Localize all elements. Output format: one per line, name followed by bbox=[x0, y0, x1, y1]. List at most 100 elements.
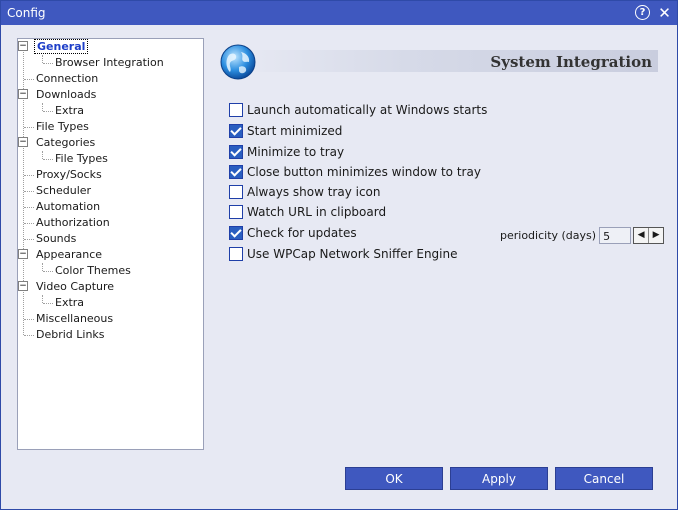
tree-item-browser-integration[interactable]: Browser Integration bbox=[53, 55, 166, 71]
option-watch-clipboard[interactable]: Watch URL in clipboard bbox=[229, 203, 386, 221]
option-label: Minimize to tray bbox=[247, 145, 345, 159]
tree-item-label: Scheduler bbox=[36, 184, 92, 197]
tree-item-label: Extra bbox=[55, 104, 85, 117]
tree-item-scheduler[interactable]: Scheduler bbox=[34, 183, 93, 199]
option-label: Start minimized bbox=[247, 124, 343, 138]
periodicity-input[interactable]: 5 bbox=[599, 226, 632, 244]
section-header: System Integration bbox=[219, 44, 659, 80]
tree-connector bbox=[42, 103, 43, 111]
tree-connector bbox=[43, 271, 53, 272]
cancel-button[interactable]: Cancel bbox=[555, 467, 653, 490]
checkbox[interactable] bbox=[229, 145, 243, 159]
settings-tree[interactable]: − − − − − General Browser Integration Co… bbox=[17, 38, 204, 450]
tree-connector bbox=[43, 303, 53, 304]
tree-item-label: Browser Integration bbox=[55, 56, 164, 69]
option-check-updates[interactable]: Check for updates bbox=[229, 224, 357, 242]
option-label: Watch URL in clipboard bbox=[247, 205, 387, 219]
tree-item-label: File Types bbox=[55, 152, 108, 165]
window-title: Config bbox=[7, 6, 46, 20]
tree-item-video-capture[interactable]: Video Capture bbox=[34, 279, 116, 295]
help-icon: ? bbox=[635, 5, 650, 20]
tree-item-sounds[interactable]: Sounds bbox=[34, 231, 78, 247]
tree-item-label: Extra bbox=[55, 296, 85, 309]
collapse-icon[interactable]: − bbox=[18, 89, 28, 99]
tree-connector bbox=[24, 319, 34, 320]
tree-item-label: Color Themes bbox=[55, 264, 131, 277]
tree-item-categories-file-types[interactable]: File Types bbox=[53, 151, 110, 167]
tree-connector bbox=[24, 191, 34, 192]
close-button[interactable]: ✕ bbox=[656, 3, 673, 22]
checkbox[interactable] bbox=[229, 165, 243, 179]
tree-item-label: Debrid Links bbox=[36, 328, 105, 341]
collapse-icon[interactable]: − bbox=[18, 41, 28, 51]
tree-item-label: Connection bbox=[36, 72, 99, 85]
tree-connector bbox=[42, 263, 43, 271]
option-minimize-to-tray[interactable]: Minimize to tray bbox=[229, 143, 344, 161]
tree-item-color-themes[interactable]: Color Themes bbox=[53, 263, 133, 279]
option-close-minimizes-to-tray[interactable]: Close button minimizes window to tray bbox=[229, 163, 481, 181]
option-label: Close button minimizes window to tray bbox=[247, 165, 481, 179]
tree-item-general[interactable]: General bbox=[34, 39, 89, 55]
tree-item-downloads-extra[interactable]: Extra bbox=[53, 103, 86, 119]
collapse-icon[interactable]: − bbox=[18, 137, 28, 147]
tree-connector bbox=[24, 207, 34, 208]
tree-item-label: General bbox=[34, 39, 89, 54]
tree-connector bbox=[24, 335, 34, 336]
tree-item-automation[interactable]: Automation bbox=[34, 199, 102, 215]
periodicity-control: periodicity (days) 5 ◀ ▶ bbox=[500, 225, 665, 245]
tree-connector bbox=[24, 79, 34, 80]
tree-connector bbox=[24, 175, 34, 176]
collapse-icon[interactable]: − bbox=[18, 281, 28, 291]
checkbox[interactable] bbox=[229, 185, 243, 199]
checkbox[interactable] bbox=[229, 103, 243, 117]
help-button[interactable]: ? bbox=[634, 4, 651, 21]
tree-connector bbox=[24, 239, 34, 240]
tree-connector bbox=[42, 151, 43, 159]
tree-item-appearance[interactable]: Appearance bbox=[34, 247, 104, 263]
tree-item-label: Appearance bbox=[36, 248, 103, 261]
section-header-bar: System Integration bbox=[239, 50, 658, 72]
tree-item-video-capture-extra[interactable]: Extra bbox=[53, 295, 86, 311]
tree-item-label: Automation bbox=[36, 200, 101, 213]
tree-item-file-types[interactable]: File Types bbox=[34, 119, 91, 135]
option-start-minimized[interactable]: Start minimized bbox=[229, 122, 342, 140]
title-bar[interactable]: Config ? ✕ bbox=[1, 1, 677, 25]
tree-item-categories[interactable]: Categories bbox=[34, 135, 97, 151]
option-label: Always show tray icon bbox=[247, 185, 381, 199]
tree-connector bbox=[42, 55, 43, 63]
section-title: System Integration bbox=[490, 53, 652, 71]
config-window: Config ? ✕ − − − − − General Browser Int… bbox=[0, 0, 678, 510]
tree-item-label: Sounds bbox=[36, 232, 77, 245]
tree-connector bbox=[42, 295, 43, 303]
checkbox[interactable] bbox=[229, 205, 243, 219]
collapse-icon[interactable]: − bbox=[18, 249, 28, 259]
checkbox[interactable] bbox=[229, 124, 243, 138]
periodicity-spinner: ◀ ▶ bbox=[633, 226, 665, 244]
tree-connector bbox=[43, 63, 53, 64]
tree-item-label: Proxy/Socks bbox=[36, 168, 102, 181]
close-icon: ✕ bbox=[658, 3, 671, 22]
option-launch-at-startup[interactable]: Launch automatically at Windows starts bbox=[229, 101, 487, 119]
apply-button[interactable]: Apply bbox=[450, 467, 548, 490]
option-always-show-tray-icon[interactable]: Always show tray icon bbox=[229, 183, 381, 201]
checkbox[interactable] bbox=[229, 247, 243, 261]
tree-item-label: File Types bbox=[36, 120, 89, 133]
ok-button[interactable]: OK bbox=[345, 467, 443, 490]
tree-connector bbox=[43, 111, 53, 112]
tree-item-connection[interactable]: Connection bbox=[34, 71, 100, 87]
tree-connector bbox=[43, 159, 53, 160]
tree-item-label: Downloads bbox=[36, 88, 97, 101]
tree-item-downloads[interactable]: Downloads bbox=[34, 87, 98, 103]
option-wpcap-sniffer[interactable]: Use WPCap Network Sniffer Engine bbox=[229, 245, 458, 263]
tree-item-debrid-links[interactable]: Debrid Links bbox=[34, 327, 107, 343]
tree-item-authorization[interactable]: Authorization bbox=[34, 215, 112, 231]
tree-item-label: Miscellaneous bbox=[36, 312, 114, 325]
increment-arrow-icon[interactable]: ▶ bbox=[648, 227, 664, 243]
checkbox[interactable] bbox=[229, 226, 243, 240]
globe-icon bbox=[220, 44, 256, 80]
tree-connector bbox=[24, 127, 34, 128]
tree-item-label: Categories bbox=[36, 136, 96, 149]
decrement-arrow-icon[interactable]: ◀ bbox=[634, 227, 649, 243]
tree-item-miscellaneous[interactable]: Miscellaneous bbox=[34, 311, 115, 327]
tree-item-proxy-socks[interactable]: Proxy/Socks bbox=[34, 167, 104, 183]
